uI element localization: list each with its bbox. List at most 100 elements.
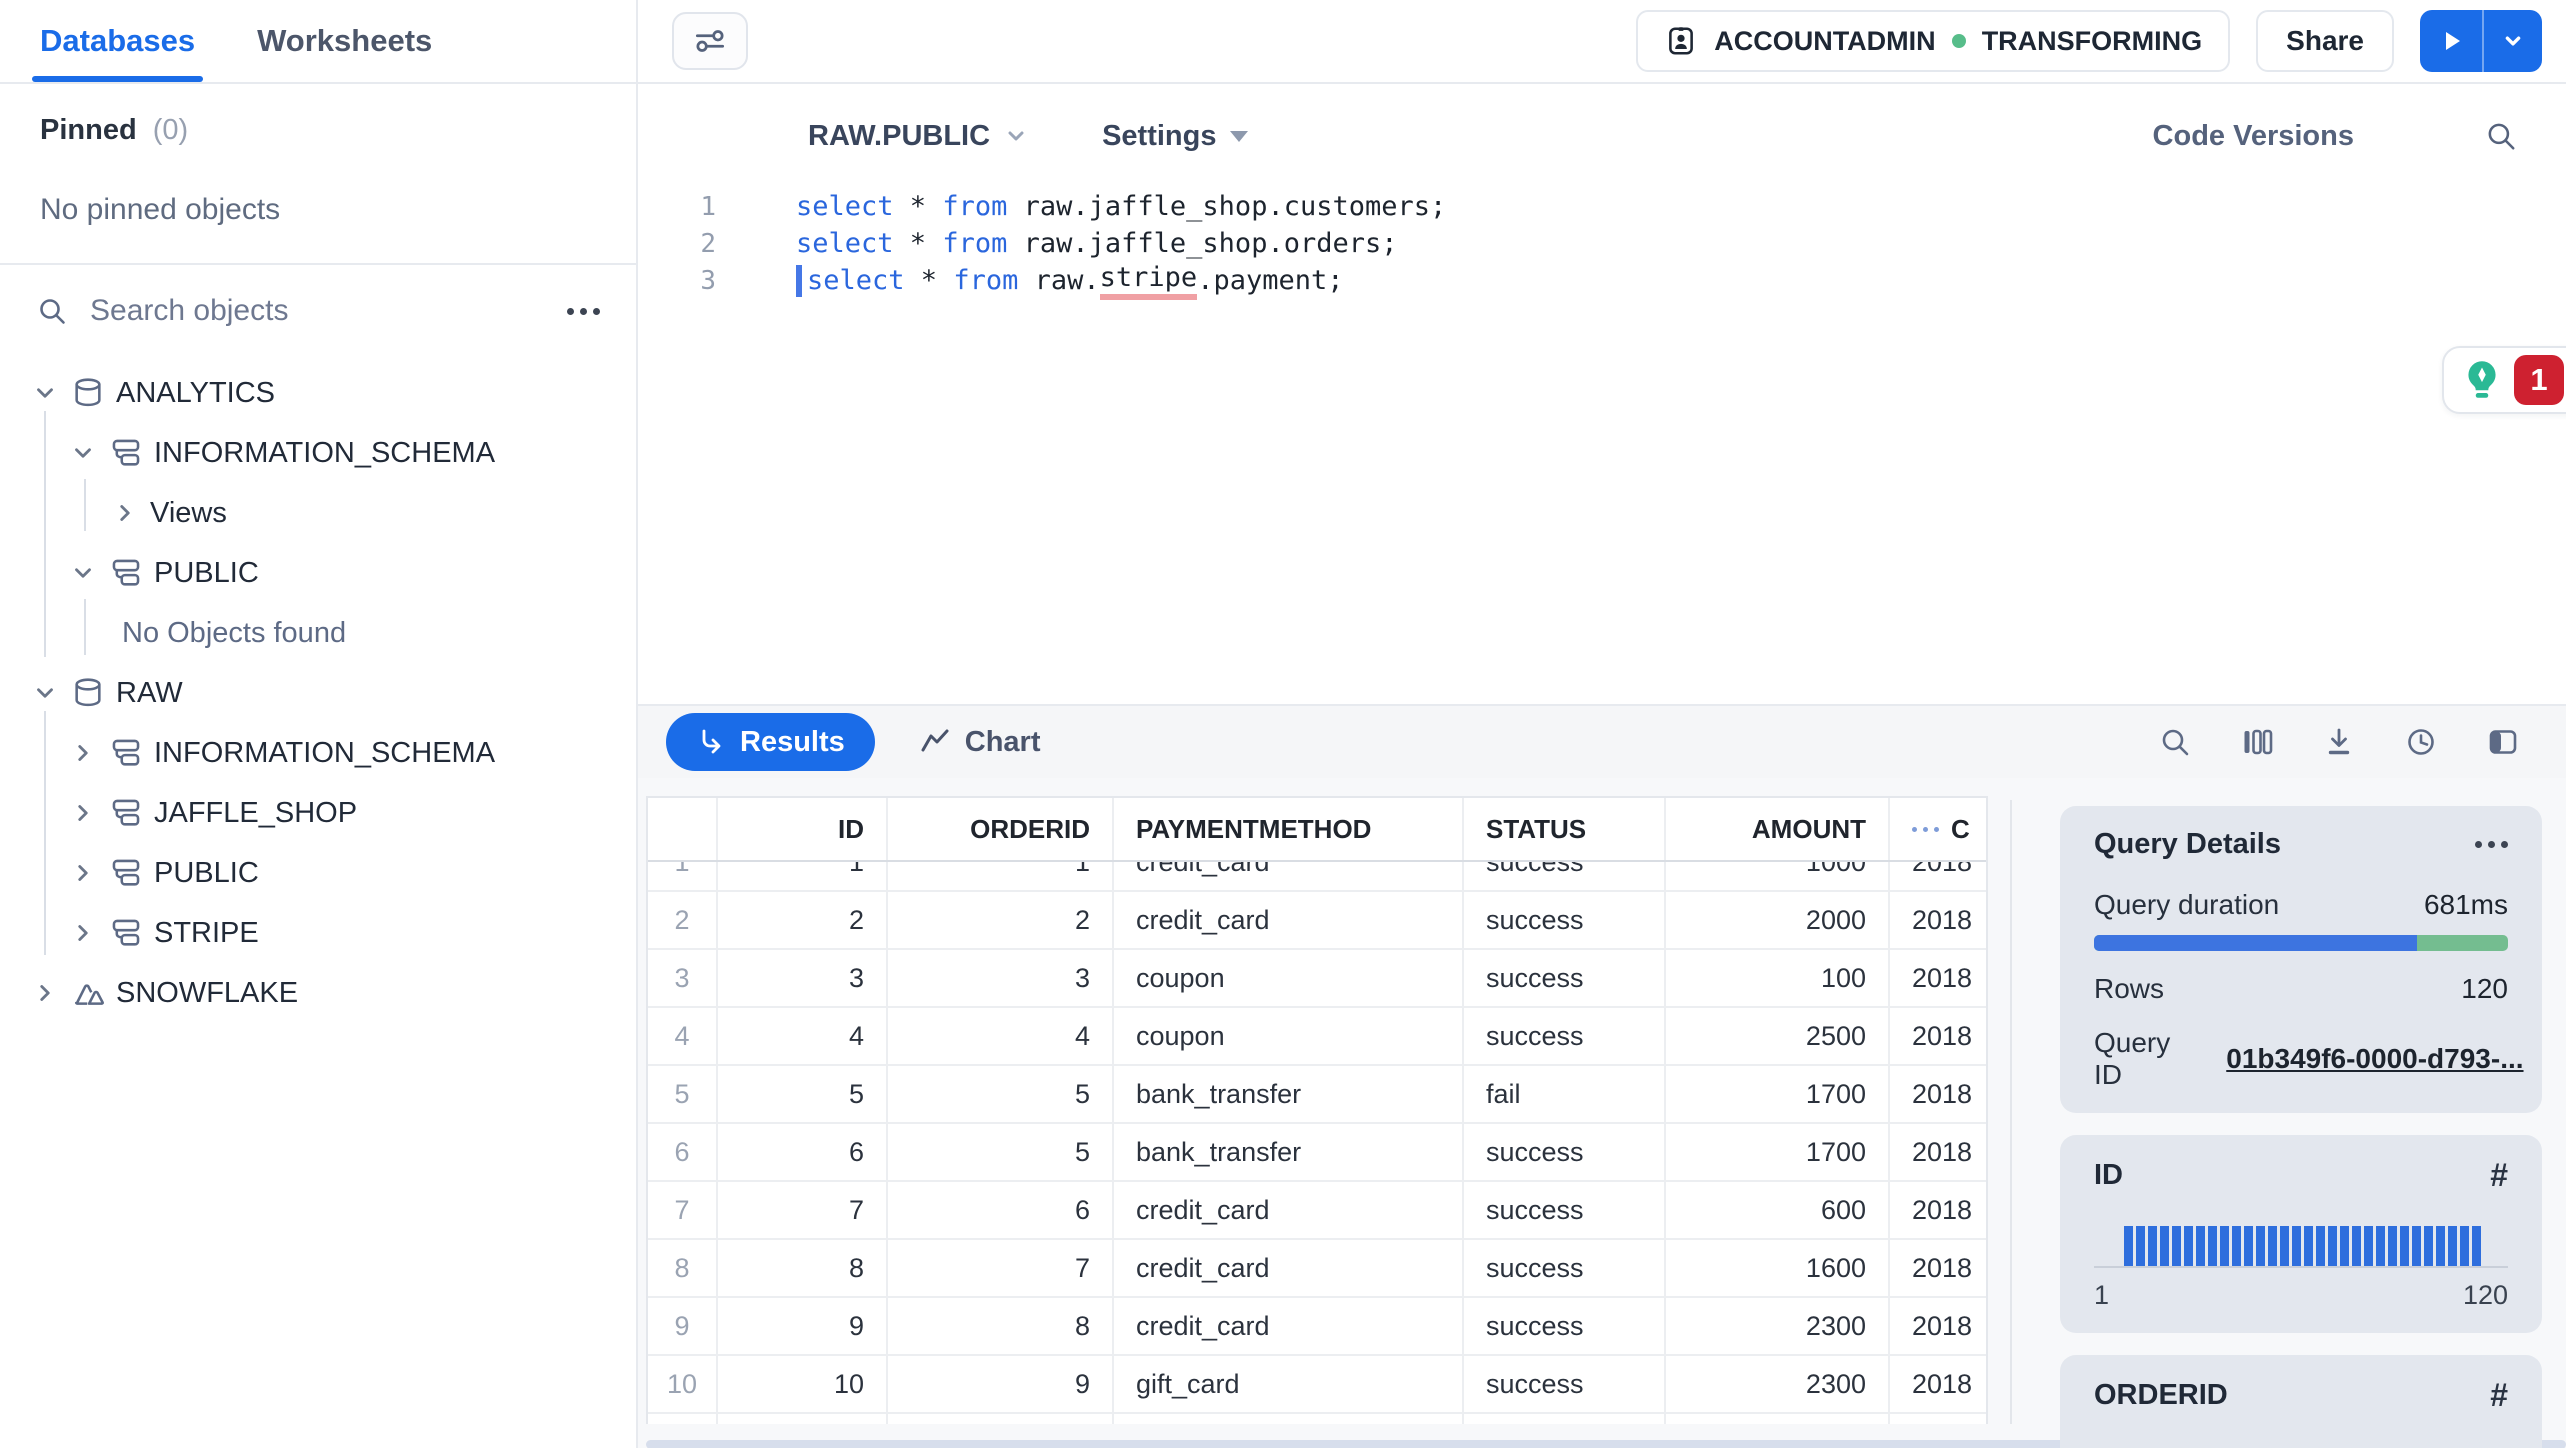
table-cell[interactable]: success <box>1464 1124 1666 1180</box>
chevron-down-icon[interactable] <box>30 378 60 408</box>
chevron-down-icon[interactable] <box>68 558 98 588</box>
table-cell[interactable]: 2500 <box>1666 1008 1890 1064</box>
table-row[interactable]: 5 5 5 bank_transfer fail 1700 2018 <box>648 1066 1986 1124</box>
table-cell[interactable] <box>1464 1414 1666 1424</box>
table-row[interactable]: 4 4 4 coupon success 2500 2018 <box>648 1008 1986 1066</box>
query-details-menu-icon[interactable] <box>2475 841 2508 848</box>
table-cell[interactable]: 5 <box>888 1066 1114 1122</box>
database-context-selector[interactable]: RAW.PUBLIC <box>808 120 1028 153</box>
table-cell[interactable]: 2018 <box>1890 1298 1982 1354</box>
chevron-right-icon[interactable] <box>68 918 98 948</box>
table-cell[interactable] <box>1890 1414 1982 1424</box>
filters-button[interactable] <box>672 12 748 70</box>
tree-item-analytics[interactable]: ANALYTICS <box>0 363 636 423</box>
table-cell[interactable]: 2018 <box>1890 950 1982 1006</box>
orderid-histogram[interactable] <box>2094 1438 2508 1448</box>
table-cell[interactable]: credit_card <box>1114 1182 1464 1238</box>
table-cell[interactable]: 2018 <box>1890 1240 1982 1296</box>
table-cell[interactable]: 9 <box>718 1298 888 1354</box>
tree-item-jaffle-shop[interactable]: JAFFLE_SHOP <box>0 783 636 843</box>
tree-item-information-schema[interactable]: INFORMATION_SCHEMA <box>0 423 636 483</box>
table-cell[interactable]: 7 <box>718 1182 888 1238</box>
column-header-id[interactable]: ID <box>718 798 888 860</box>
table-cell[interactable]: 2018 <box>1890 1008 1982 1064</box>
column-header-amount[interactable]: AMOUNT <box>1666 798 1890 860</box>
row-number-column-header[interactable] <box>648 798 718 860</box>
table-cell[interactable]: success <box>1464 1240 1666 1296</box>
table-cell[interactable]: success <box>1464 1008 1666 1064</box>
table-cell[interactable]: 3 <box>718 950 888 1006</box>
run-button[interactable] <box>2420 10 2484 72</box>
table-cell[interactable]: 100 <box>1666 950 1890 1006</box>
chevron-right-icon[interactable] <box>68 798 98 828</box>
table-cell[interactable]: 2000 <box>1666 892 1890 948</box>
table-cell[interactable]: 1700 <box>1666 1124 1890 1180</box>
table-cell[interactable]: 1 <box>888 862 1114 890</box>
table-cell[interactable] <box>1666 1414 1890 1424</box>
table-row[interactable]: 3 3 3 coupon success 100 2018 <box>648 950 1986 1008</box>
table-cell[interactable]: coupon <box>1114 950 1464 1006</box>
share-button[interactable]: Share <box>2256 10 2394 72</box>
table-cell[interactable]: credit_card <box>1114 892 1464 948</box>
table-rows-viewport[interactable]: 111credit_cardsuccess10002018222credit_c… <box>648 862 1986 1424</box>
table-cell[interactable]: bank_transfer <box>1114 1066 1464 1122</box>
table-row[interactable]: 9 9 8 credit_card success 2300 2018 <box>648 1298 1986 1356</box>
table-cell[interactable]: 1600 <box>1666 1240 1890 1296</box>
table-row[interactable] <box>648 1414 1986 1424</box>
table-cell[interactable]: 8 <box>718 1240 888 1296</box>
table-cell[interactable]: 6 <box>888 1182 1114 1238</box>
table-cell[interactable]: 2 <box>888 892 1114 948</box>
table-row[interactable]: 10 10 9 gift_card success 2300 2018 <box>648 1356 1986 1414</box>
table-cell[interactable]: success <box>1464 1356 1666 1412</box>
table-cell[interactable]: 2300 <box>1666 1298 1890 1354</box>
tree-item-public[interactable]: PUBLIC <box>0 543 636 603</box>
tab-chart[interactable]: Chart <box>919 726 1041 759</box>
chevron-right-icon[interactable] <box>110 498 140 528</box>
table-cell[interactable]: 2018 <box>1890 892 1982 948</box>
table-cell[interactable]: success <box>1464 892 1666 948</box>
column-header-paymentmethod[interactable]: PAYMENTMETHOD <box>1114 798 1464 860</box>
table-cell[interactable]: 1000 <box>1666 862 1890 890</box>
column-header-c[interactable]: C <box>1890 798 1982 860</box>
table-cell[interactable] <box>888 1414 1114 1424</box>
column-header-orderid[interactable]: ORDERID <box>888 798 1114 860</box>
table-cell[interactable]: coupon <box>1114 1008 1464 1064</box>
table-cell[interactable]: 600 <box>1666 1182 1890 1238</box>
table-cell[interactable]: 6 <box>718 1124 888 1180</box>
table-cell[interactable]: 4 <box>888 1008 1114 1064</box>
code-line[interactable]: 2 select * from raw.jaffle_shop.orders; <box>638 225 2566 262</box>
tree-item-snowflake[interactable]: SNOWFLAKE <box>0 963 636 1023</box>
tab-databases[interactable]: Databases <box>31 0 204 82</box>
sidebar-more-menu-icon[interactable] <box>567 307 600 315</box>
table-cell[interactable]: 5 <box>718 1066 888 1122</box>
tree-item-stripe[interactable]: STRIPE <box>0 903 636 963</box>
chevron-right-icon[interactable] <box>68 858 98 888</box>
table-cell[interactable]: 1700 <box>1666 1066 1890 1122</box>
role-warehouse-selector[interactable]: ACCOUNTADMIN TRANSFORMING <box>1636 10 2231 72</box>
table-cell[interactable]: success <box>1464 1182 1666 1238</box>
table-cell[interactable]: 2018 <box>1890 1356 1982 1412</box>
tab-results[interactable]: Results <box>666 713 875 771</box>
chevron-down-icon[interactable] <box>68 438 98 468</box>
id-histogram[interactable] <box>2094 1220 2508 1266</box>
table-row[interactable]: 7 7 6 credit_card success 600 2018 <box>648 1182 1986 1240</box>
table-cell[interactable]: 7 <box>888 1240 1114 1296</box>
table-cell[interactable]: 2018 <box>1890 1124 1982 1180</box>
download-results-button[interactable] <box>2322 725 2356 759</box>
table-cell[interactable]: 2018 <box>1890 1066 1982 1122</box>
split-panel-button[interactable] <box>2486 725 2520 759</box>
table-cell[interactable]: success <box>1464 950 1666 1006</box>
tree-item-views[interactable]: Views <box>0 483 636 543</box>
editor-search-button[interactable] <box>2484 119 2518 153</box>
table-cell[interactable]: 8 <box>888 1298 1114 1354</box>
table-cell[interactable]: 10 <box>718 1356 888 1412</box>
tree-item-raw[interactable]: RAW <box>0 663 636 723</box>
tree-item-information-schema[interactable]: INFORMATION_SCHEMA <box>0 723 636 783</box>
table-row[interactable]: 111credit_cardsuccess10002018 <box>648 862 1986 892</box>
tab-worksheets[interactable]: Worksheets <box>257 0 432 82</box>
code-versions-link[interactable]: Code Versions <box>2153 120 2354 153</box>
code-line[interactable]: 1 select * from raw.jaffle_shop.customers… <box>638 188 2566 225</box>
table-cell[interactable]: success <box>1464 862 1666 890</box>
chevron-down-icon[interactable] <box>30 678 60 708</box>
chevron-right-icon[interactable] <box>68 738 98 768</box>
